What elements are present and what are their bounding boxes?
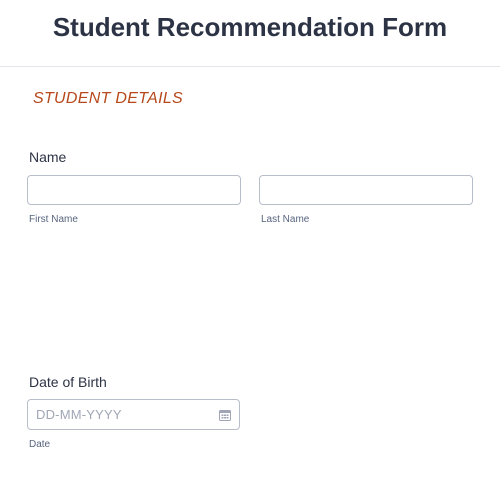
section-title: STUDENT DETAILS (33, 90, 183, 107)
date-of-birth-label: Date of Birth (29, 374, 107, 390)
last-name-sublabel: Last Name (261, 214, 310, 225)
form-title: Student Recommendation Form (52, 12, 448, 42)
calendar-icon[interactable] (219, 408, 231, 421)
form-header: Student Recommendation Form (0, 0, 500, 67)
date-of-birth-input[interactable]: DD-MM-YYYY (27, 399, 240, 430)
name-label: Name (29, 149, 67, 165)
last-name-input[interactable] (259, 175, 473, 205)
date-sublabel: Date (29, 439, 51, 450)
first-name-input[interactable] (27, 175, 241, 205)
first-name-sublabel: First Name (29, 214, 78, 225)
date-placeholder: DD-MM-YYYY (36, 407, 122, 422)
